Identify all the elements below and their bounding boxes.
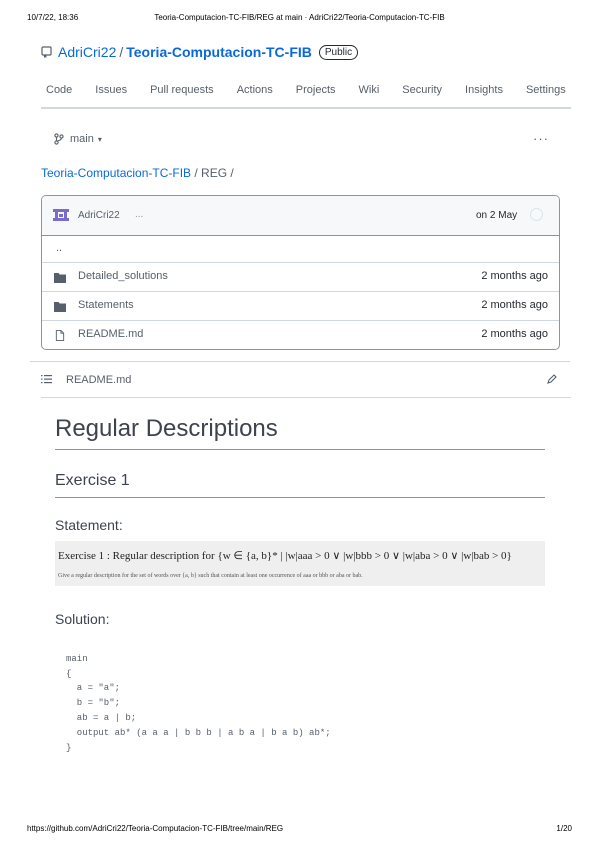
print-page-number: 1/20 — [556, 824, 572, 833]
list-icon[interactable] — [41, 374, 52, 384]
file-date: 2 months ago — [481, 299, 548, 311]
code-line: a = "a"; — [66, 683, 121, 693]
statement-formula: Exercise 1 : Regular description for {w … — [58, 550, 512, 562]
tab-code[interactable]: Code — [46, 84, 72, 96]
file-name[interactable]: Detailed_solutions — [78, 270, 168, 282]
commit-message[interactable]: ... — [135, 209, 143, 220]
readme-header: README.md — [41, 373, 558, 389]
tabs-divider — [41, 107, 571, 109]
repo-header: AdriCri22 / Teoria-Computacion-TC-FIB Pu… — [41, 43, 359, 61]
exercise-heading: Exercise 1 — [55, 472, 545, 498]
repo-tabs: Code Issues Pull requests Actions Projec… — [46, 84, 589, 96]
visibility-badge: Public — [318, 44, 359, 60]
breadcrumb: Teoria-Computacion-TC-FIB / REG / — [41, 166, 234, 180]
readme-title: Regular Descriptions — [55, 415, 545, 450]
breadcrumb-path: / REG / — [191, 166, 234, 180]
folder-icon — [54, 273, 66, 283]
pencil-icon[interactable] — [546, 373, 558, 385]
code-line: } — [66, 743, 72, 753]
code-line: { — [66, 669, 72, 679]
tab-security[interactable]: Security — [402, 84, 442, 96]
statement-image: Exercise 1 : Regular description for {w … — [55, 541, 545, 586]
file-name[interactable]: README.md — [78, 328, 143, 340]
repo-icon — [41, 46, 52, 58]
file-date: 2 months ago — [481, 328, 548, 340]
statement-heading: Statement: — [55, 517, 123, 533]
readme-header-divider — [41, 397, 571, 398]
code-line: output ab* (a a a | b b b | a b a | b a … — [66, 728, 331, 738]
solution-heading: Solution: — [55, 611, 110, 627]
print-footer: https://github.com/AdriCri22/Teoria-Comp… — [27, 824, 572, 836]
file-row[interactable]: Detailed_solutions 2 months ago — [42, 263, 559, 292]
more-options-icon[interactable]: ··· — [533, 131, 549, 146]
repo-name-link[interactable]: Teoria-Computacion-TC-FIB — [126, 44, 312, 60]
file-name[interactable]: Statements — [78, 299, 134, 311]
history-icon[interactable] — [530, 208, 543, 221]
commit-date: on 2 May — [476, 210, 518, 221]
file-date: 2 months ago — [481, 270, 548, 282]
repo-owner-link[interactable]: AdriCri22 — [58, 44, 116, 60]
branch-selector[interactable]: main ▾ — [54, 133, 102, 145]
tab-wiki[interactable]: Wiki — [359, 84, 380, 96]
folder-icon — [54, 302, 66, 312]
tab-settings[interactable]: Settings — [526, 84, 566, 96]
code-line: b = "b"; — [66, 698, 121, 708]
print-url: https://github.com/AdriCri22/Teoria-Comp… — [27, 824, 284, 833]
avatar[interactable] — [53, 209, 69, 221]
code-line: main — [66, 654, 88, 664]
branch-icon — [54, 133, 64, 145]
tab-issues[interactable]: Issues — [95, 84, 127, 96]
commit-author[interactable]: AdriCri22 — [78, 210, 120, 221]
file-row[interactable]: Statements 2 months ago — [42, 292, 559, 321]
code-line: ab = a | b; — [66, 713, 137, 723]
chevron-down-icon: ▾ — [97, 134, 102, 144]
print-page-title: Teoria-Computacion-TC-FIB/REG at main · … — [154, 13, 445, 22]
code-block: main { a = "a"; b = "b"; ab = a | b; out… — [55, 654, 545, 762]
branch-name: main — [70, 133, 94, 145]
print-header: 10/7/22, 18:36 Teoria-Computacion-TC-FIB… — [27, 13, 572, 25]
readme-filename: README.md — [66, 374, 132, 386]
latest-commit-row: AdriCri22 ... on 2 May — [42, 196, 559, 236]
parent-directory-row[interactable]: .. — [42, 236, 559, 263]
parent-directory-link[interactable]: .. — [56, 242, 62, 254]
file-icon — [55, 330, 65, 341]
tab-actions[interactable]: Actions — [237, 84, 273, 96]
readme-divider — [30, 361, 570, 362]
breadcrumb-root-link[interactable]: Teoria-Computacion-TC-FIB — [41, 166, 191, 180]
tab-projects[interactable]: Projects — [296, 84, 336, 96]
statement-text: Give a regular description for the set o… — [58, 573, 363, 579]
repo-separator: / — [119, 44, 124, 60]
tab-pull-requests[interactable]: Pull requests — [150, 84, 214, 96]
tab-insights[interactable]: Insights — [465, 84, 503, 96]
file-row[interactable]: README.md 2 months ago — [42, 321, 559, 349]
file-list: AdriCri22 ... on 2 May .. Detailed_solut… — [41, 195, 560, 350]
